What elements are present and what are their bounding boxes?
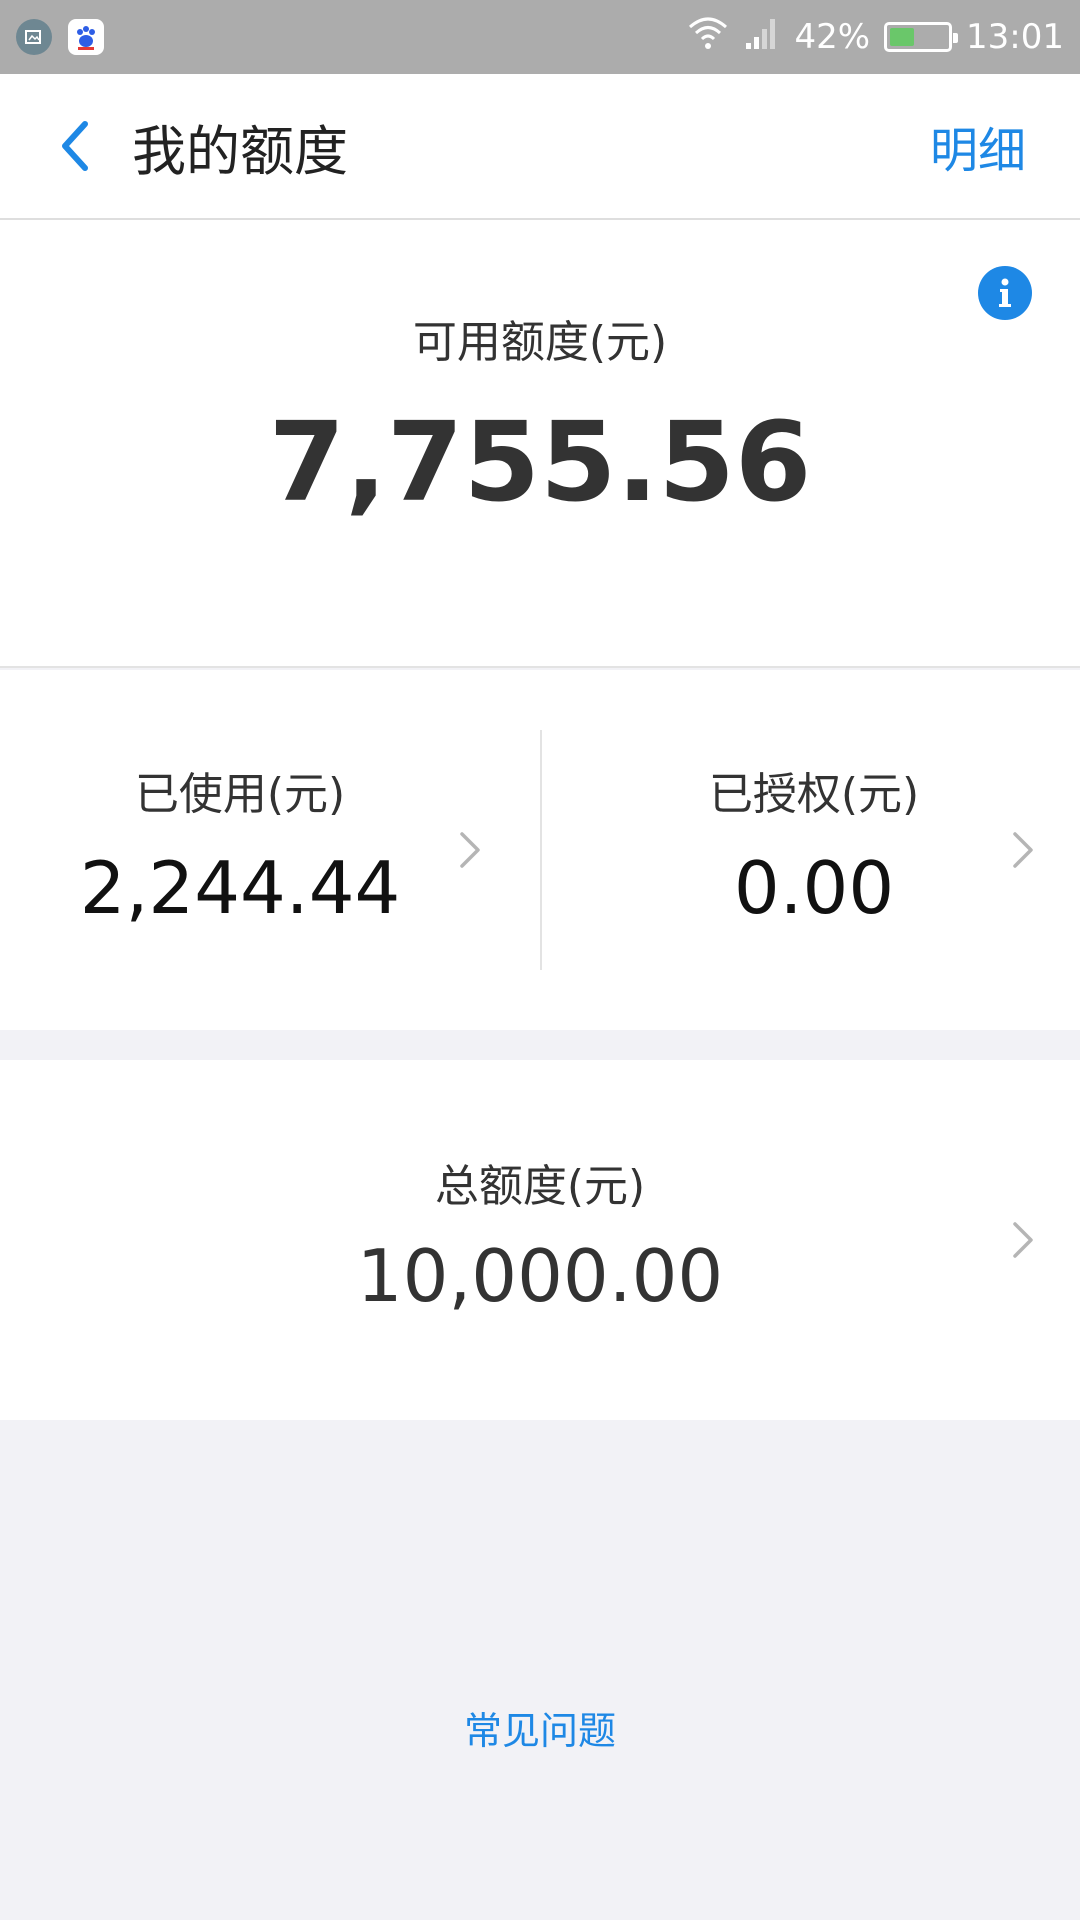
wifi-icon: [686, 15, 730, 60]
total-credit-label: 总额度(元): [434, 1161, 646, 1212]
authorized-credit-value: 0.00: [733, 846, 895, 930]
battery-percent: 42%: [794, 17, 871, 57]
battery-fill: [890, 28, 914, 46]
chevron-left-icon: [62, 121, 88, 171]
chevron-right-icon: [1003, 820, 1043, 880]
screenshot-app-icon: [16, 19, 52, 55]
nav-bar: 我的额度 明细: [0, 74, 1080, 220]
authorized-credit-label: 已授权(元): [708, 769, 920, 820]
total-credit-section[interactable]: 总额度(元) 10,000.00: [0, 1060, 1080, 1420]
available-credit-value: 7,755.56: [268, 398, 812, 526]
used-credit-value: 2,244.44: [79, 846, 401, 930]
status-right: 42% 13:01: [686, 15, 1064, 60]
signal-icon: [744, 15, 780, 60]
available-credit-label: 可用额度(元): [412, 317, 668, 368]
available-credit-section: 可用额度(元) 7,755.56: [0, 220, 1080, 668]
page-title: 我的额度: [132, 119, 348, 183]
battery-icon: [884, 22, 959, 52]
used-authorized-section: 已使用(元) 2,244.44 已授权(元) 0.00: [0, 670, 1080, 1030]
status-left: [16, 19, 104, 55]
status-bar: 42% 13:01: [0, 0, 1080, 74]
used-credit-cell[interactable]: 已使用(元) 2,244.44: [0, 670, 540, 1030]
faq-link[interactable]: 常见问题: [0, 1700, 1080, 1755]
authorized-credit-cell[interactable]: 已授权(元) 0.00: [540, 670, 1080, 1030]
back-button[interactable]: [20, 74, 130, 218]
total-credit-value: 10,000.00: [356, 1234, 724, 1318]
chevron-right-icon: [1003, 1210, 1043, 1270]
chevron-right-icon: [450, 820, 490, 880]
status-time: 13:01: [966, 17, 1064, 57]
used-credit-label: 已使用(元): [134, 769, 346, 820]
baidu-paw-icon: [68, 19, 104, 55]
detail-button[interactable]: 明细: [930, 111, 1026, 181]
